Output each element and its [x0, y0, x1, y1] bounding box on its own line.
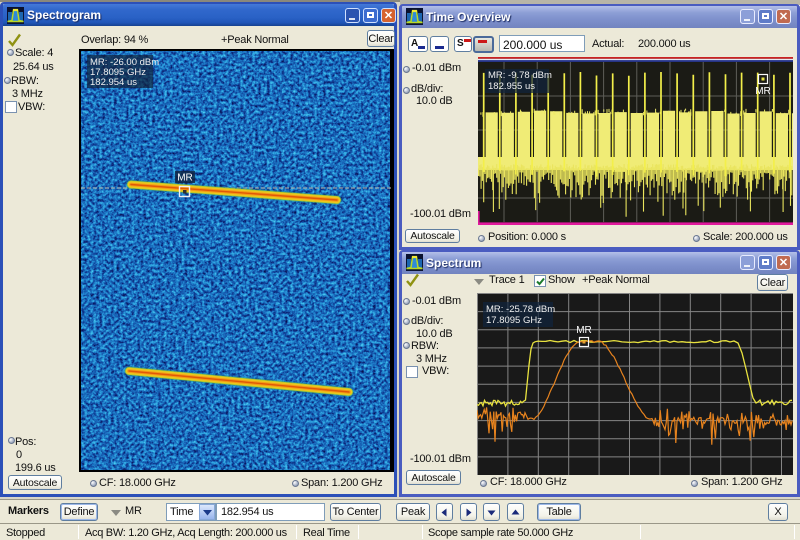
- svg-text:MR: -25.78 dBm: MR: -25.78 dBm: [486, 304, 555, 315]
- svg-text:17.8095 GHz: 17.8095 GHz: [486, 315, 542, 326]
- svg-text:182.954 us: 182.954 us: [90, 77, 137, 88]
- svg-text:182.955 us: 182.955 us: [488, 81, 535, 92]
- svg-text:MR: MR: [576, 325, 592, 336]
- svg-text:MR: MR: [755, 86, 771, 97]
- svg-text:MR: MR: [177, 173, 193, 184]
- svg-text:MR: -9.78 dBm: MR: -9.78 dBm: [488, 70, 552, 81]
